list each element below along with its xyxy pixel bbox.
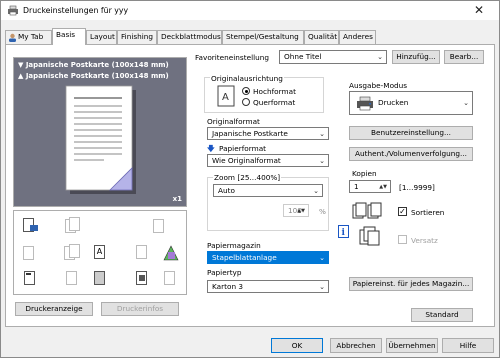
spinner-icon[interactable]: ▲▼: [297, 205, 305, 217]
paper-format-select[interactable]: Wie Originalformat ⌄: [207, 154, 329, 167]
printer-icon: [357, 96, 373, 111]
user-settings-button[interactable]: Benutzereinstellung...: [349, 126, 473, 140]
paper-preview: ▼ Japanische Postkarte (100x148 mm) ▲ Ja…: [13, 57, 187, 207]
copies-stack-icon[interactable]: [64, 244, 82, 262]
paper-format-label: Papierformat: [219, 144, 267, 153]
chevron-down-icon: ⌄: [319, 130, 325, 138]
cover-icon[interactable]: [134, 270, 152, 288]
svg-text:i: i: [342, 228, 346, 238]
punch-icon[interactable]: [64, 270, 82, 288]
title-bar: Druckeinstellungen für yyy ✕: [1, 1, 499, 20]
tab-basis[interactable]: Basis: [52, 28, 86, 45]
portrait-radio[interactable]: [242, 87, 250, 95]
watermark-icon[interactable]: [134, 244, 152, 262]
svg-text:A: A: [222, 92, 229, 103]
staple-icon[interactable]: [22, 270, 40, 288]
duplex-icon[interactable]: [64, 217, 82, 235]
chevron-down-icon: ⌄: [319, 157, 325, 165]
spinner-icon[interactable]: ▲▼: [379, 181, 387, 193]
chevron-down-icon: ⌄: [463, 99, 469, 107]
chevron-down-icon: ⌄: [313, 187, 319, 195]
tab-qualitaet[interactable]: Qualität: [304, 30, 339, 44]
paper-tray-select[interactable]: Stapelblattanlage ⌄: [207, 251, 329, 264]
output-mode-label: Ausgabe-Modus: [349, 81, 408, 90]
ok-button[interactable]: OK: [271, 338, 323, 353]
print-icon[interactable]: [22, 217, 40, 235]
chevron-down-icon: ⌄: [319, 283, 325, 291]
zoom-percent-input[interactable]: 100 ▲▼: [283, 204, 309, 217]
offset-stack-icon: [359, 226, 380, 246]
standard-button[interactable]: Standard: [411, 308, 473, 322]
copies-label: Kopien: [352, 169, 377, 178]
zoom-label: Zoom [25...400%]: [213, 173, 282, 182]
collate-stack-icon: [352, 202, 382, 219]
landscape-radio[interactable]: [242, 98, 250, 106]
preview-original-size: ▼ Japanische Postkarte (100x148 mm): [18, 61, 169, 69]
page-preview-icon: [65, 85, 136, 194]
nup-icon[interactable]: [22, 244, 40, 262]
tab-anderes[interactable]: Anderes: [339, 30, 376, 44]
info-icon[interactable]: i: [338, 225, 349, 238]
fold-icon[interactable]: [92, 270, 110, 288]
edit-favorite-button[interactable]: Bearb...: [444, 50, 484, 64]
favorites-select[interactable]: Ohne Titel ⌄: [279, 50, 387, 64]
color-icon[interactable]: [162, 244, 180, 262]
offset-label: Versatz: [411, 236, 438, 245]
chevron-down-icon: ⌄: [319, 254, 325, 262]
collate-label: Sortieren: [411, 208, 445, 217]
close-icon[interactable]: ✕: [465, 2, 493, 18]
copies-badge: x1: [172, 195, 182, 203]
original-format-label: Originalformat: [207, 117, 260, 126]
paper-type-label: Papiertyp: [207, 268, 242, 277]
paper-tray-label: Papiermagazin: [207, 241, 261, 250]
collate-checkbox[interactable]: ✓: [398, 207, 407, 216]
booklet-icon[interactable]: [150, 217, 168, 235]
help-button[interactable]: Hilfe: [442, 338, 494, 353]
function-icon-grid: A: [13, 210, 187, 295]
zoom-mode-select[interactable]: Auto ⌄: [213, 184, 323, 197]
original-format-select[interactable]: Japanische Postkarte ⌄: [207, 127, 329, 140]
preview-paper-size: ▲ Japanische Postkarte (100x148 mm): [18, 72, 169, 80]
favorites-label: Favoriteneinstellung: [195, 53, 270, 62]
window-title: Druckeinstellungen für yyy: [23, 6, 129, 15]
user-icon: [9, 33, 16, 42]
orientation-label: Originalausrichtung: [210, 74, 284, 83]
printer-info-button[interactable]: Druckerinfos: [101, 302, 179, 316]
add-favorite-button[interactable]: Hinzufüg...: [392, 50, 440, 64]
output-mode-select[interactable]: Drucken ⌄: [349, 91, 473, 115]
tab-stempel-gestaltung[interactable]: Stempel/Gestaltung: [222, 30, 304, 44]
percent-unit: %: [319, 207, 326, 216]
tab-finishing[interactable]: Finishing: [117, 30, 157, 44]
tab-deckblattmodus[interactable]: Deckblattmodus: [157, 30, 222, 44]
text-page-icon[interactable]: A: [92, 244, 110, 262]
apply-button[interactable]: Übernehmen: [386, 338, 438, 353]
paper-type-select[interactable]: Karton 3 ⌄: [207, 280, 329, 293]
cancel-button[interactable]: Abbrechen: [330, 338, 382, 353]
portrait-orientation-icon: A: [217, 85, 235, 107]
copies-input[interactable]: 1 ▲▼: [349, 180, 391, 193]
auth-tracking-button[interactable]: Authent./Volumenverfolgung...: [349, 147, 473, 161]
printer-display-button[interactable]: Druckeranzeige: [15, 302, 93, 316]
offset-checkbox[interactable]: [398, 235, 407, 244]
copies-range: [1...9999]: [399, 183, 435, 192]
printer-app-icon: [8, 5, 18, 16]
landscape-label: Querformat: [253, 98, 296, 107]
chevron-down-icon: ⌄: [377, 53, 383, 61]
tray-paper-settings-button[interactable]: Papiereinst. für jedes Magazin...: [349, 277, 473, 291]
portrait-label: Hochformat: [253, 87, 296, 96]
tab-my-tab[interactable]: My Tab: [5, 30, 52, 44]
layout-icon[interactable]: [162, 270, 180, 288]
tab-layout[interactable]: Layout: [86, 30, 117, 44]
print-settings-window: Druckeinstellungen für yyy ✕ My Tab Basi…: [0, 0, 500, 358]
